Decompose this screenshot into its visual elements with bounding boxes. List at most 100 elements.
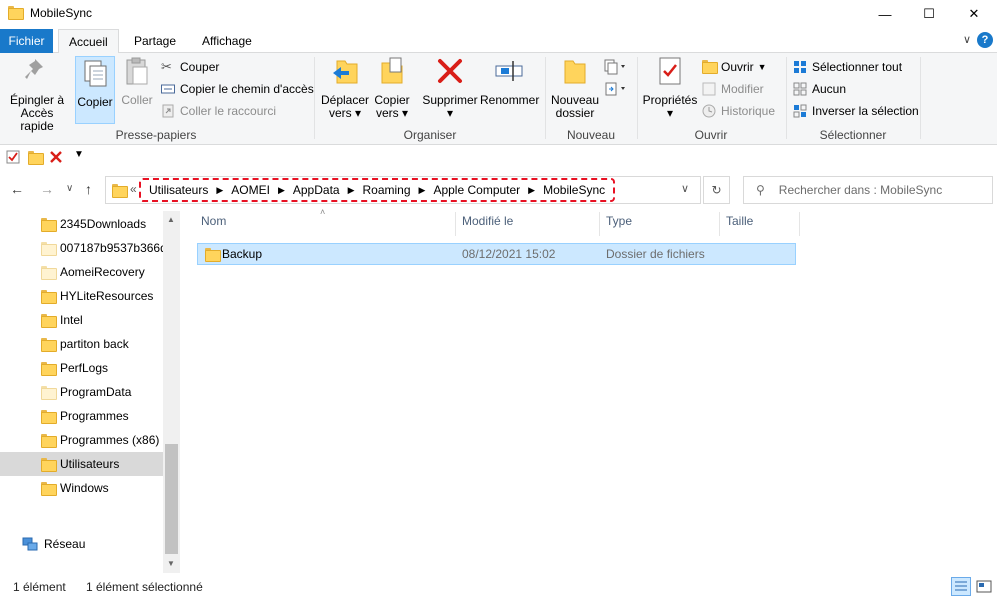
tab-fichier[interactable]: Fichier [0,29,53,53]
copy-button[interactable]: Copier [75,56,115,124]
breadcrumb-aomei[interactable]: AOMEI [231,183,270,197]
minimize-button[interactable]: — [862,0,908,28]
new-folder-icon[interactable] [28,151,44,165]
select-none-button[interactable]: Aucun [793,79,846,99]
nav-item-utilisateurs[interactable]: Utilisateurs [0,452,163,476]
new-folder-button[interactable]: Nouveau dossier [550,55,600,120]
large-icons-view-icon[interactable] [975,578,993,595]
paste-shortcut-button[interactable]: Coller le raccourci [161,101,276,121]
history-label: Historique [721,104,776,118]
copy-path-icon [161,84,175,94]
chevron-right-icon[interactable]: ▶ [278,185,285,196]
search-input[interactable]: ⚲ Rechercher dans : MobileSync [743,176,993,204]
copy-path-button[interactable]: Copier le chemin d'accès [161,79,314,99]
ribbon-separator [637,57,638,139]
easy-access-button[interactable] [604,81,626,100]
rename-button[interactable]: Renommer [480,55,539,107]
chevron-right-icon[interactable]: ▶ [528,185,535,196]
group-label-selectionner: Sélectionner [819,128,887,142]
chevron-down-icon[interactable]: ∨ [963,33,971,46]
breadcrumb-appdata[interactable]: AppData [293,183,340,197]
delete-icon [438,59,462,83]
up-arrow-icon[interactable]: ↑ [85,181,92,197]
column-header-modifie[interactable]: Modifié le [462,214,513,228]
ribbon-tabs: Fichier Accueil Partage Affichage ∨ ? [0,29,997,54]
chevron-right-icon[interactable]: ▶ [348,185,355,196]
paste-button[interactable]: Coller [119,55,155,107]
breadcrumb-utilisateurs[interactable]: Utilisateurs [149,183,208,197]
nav-item-programmes[interactable]: Programmes [0,404,163,428]
tab-affichage[interactable]: Affichage [192,29,262,53]
table-row[interactable]: Backup 08/12/2021 15:02 Dossier de fichi… [197,243,796,265]
folder-icon [41,242,57,256]
column-header-taille[interactable]: Taille [726,214,753,228]
nav-item-partiton-back[interactable]: partiton back [0,332,163,356]
scroll-up-icon[interactable]: ▲ [167,215,175,224]
pin-quick-access-button[interactable]: Épingler à Accès rapide [4,55,70,133]
nav-item-perflogs[interactable]: PerfLogs [0,356,163,380]
nav-item-aomeirecovery[interactable]: AomeiRecovery [0,260,163,284]
column-header-nom[interactable]: Nom [201,214,226,228]
new-item-button[interactable] [604,59,626,78]
paste-icon [126,57,148,85]
delete-button[interactable]: Supprimer ▾ [420,55,480,120]
details-view-icon[interactable] [951,577,971,596]
nav-scrollbar-thumb[interactable] [165,444,178,554]
network-icon [22,537,38,551]
select-none-label: Aucun [812,82,847,96]
breadcrumb-apple-computer[interactable]: Apple Computer [433,183,520,197]
scroll-down-icon[interactable]: ▼ [167,559,175,568]
help-icon[interactable]: ? [977,32,993,48]
properties-button[interactable]: Propriétés ▾ [641,55,699,120]
column-divider[interactable] [719,212,720,236]
column-header-type[interactable]: Type [606,214,632,228]
nav-item-windows[interactable]: Windows [0,476,163,500]
breadcrumb-roaming[interactable]: Roaming [363,183,411,197]
nav-item-reseau[interactable]: Réseau [0,532,163,556]
column-divider[interactable] [455,212,456,236]
invert-selection-button[interactable]: Inverser la sélection [793,101,919,121]
move-to-icon [333,60,358,84]
breadcrumb-mobilesync[interactable]: MobileSync [543,183,605,197]
forward-arrow-icon[interactable]: → [40,181,54,197]
breadcrumb: Utilisateurs ▶ AOMEI ▶ AppData ▶ Roaming ▶ A… [139,178,616,202]
address-row: ← → ∨ ↑ « ∨ Utilisateurs ▶ AOMEI ▶ AppData… [0,171,997,209]
close-button[interactable]: ✕ [951,0,997,28]
copy-to-button[interactable]: Copier vers ▾ [370,55,414,120]
ribbon: Épingler à Accès rapide Copier Coller ✂ … [0,53,997,145]
maximize-button[interactable]: ☐ [906,0,952,28]
overflow-icon[interactable]: « [130,182,137,196]
window-title: MobileSync [30,6,93,20]
file-type: Dossier de fichiers [606,247,705,261]
nav-item-programmes-x86[interactable]: Programmes (x86) [0,428,163,452]
tab-accueil[interactable]: Accueil [58,29,119,54]
nav-item-2345downloads[interactable]: 2345Downloads [0,212,163,236]
chevron-right-icon[interactable]: ▶ [216,185,223,196]
history-button[interactable]: Historique [702,101,775,121]
nav-item-hyliteresources[interactable]: HYLiteResources [0,284,163,308]
select-all-button[interactable]: Sélectionner tout [793,57,902,77]
open-button[interactable]: Ouvrir ▼ [702,57,767,77]
group-label-ouvrir: Ouvrir [694,128,728,142]
column-divider[interactable] [799,212,800,236]
refresh-icon[interactable]: ↻ [703,176,730,204]
nav-item-programdata[interactable]: ProgramData [0,380,163,404]
customize-toolbar-icon[interactable]: ▼ [74,149,84,160]
folder-icon [41,410,57,424]
chevron-right-icon[interactable]: ▶ [419,185,426,196]
file-modified: 08/12/2021 15:02 [462,247,556,261]
easy-access-icon [605,82,625,96]
tab-partage[interactable]: Partage [124,29,186,53]
recent-locations-icon[interactable]: ∨ [66,183,73,194]
nav-item-intel[interactable]: Intel [0,308,163,332]
column-divider[interactable] [599,212,600,236]
nav-item-007187b9537b366d0[interactable]: 007187b9537b366d0 [0,236,163,260]
properties-icon[interactable] [6,150,20,164]
edit-button[interactable]: Modifier [702,79,764,99]
move-to-button[interactable]: Déplacer vers ▾ [320,55,370,120]
back-arrow-icon[interactable]: ← [10,181,24,197]
address-history-icon[interactable]: ∨ [681,182,689,195]
cut-label: Couper [180,60,220,74]
delete-icon[interactable] [49,150,63,164]
cut-button[interactable]: ✂ Couper [161,57,219,77]
